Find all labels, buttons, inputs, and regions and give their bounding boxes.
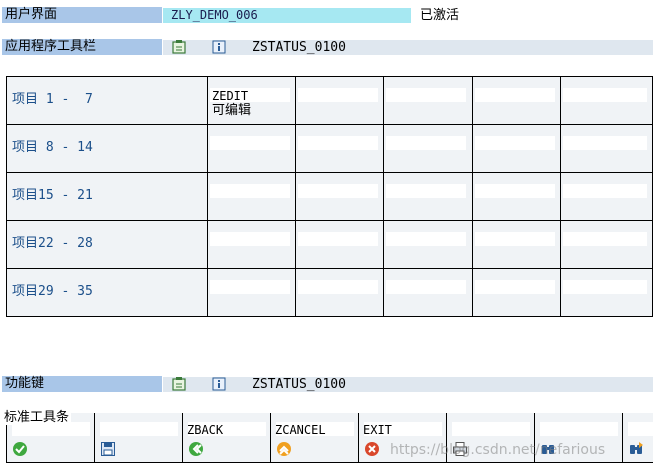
toolbar-slot-find-next[interactable]	[622, 413, 653, 463]
standard-toolbar-label: 标准工具条	[4, 406, 72, 425]
info-icon[interactable]	[211, 376, 227, 392]
function-code-field[interactable]	[475, 280, 555, 294]
function-code-field[interactable]	[475, 184, 555, 198]
row-label-5: 项目29 - 35	[12, 284, 93, 299]
user-interface-label: 用户界面	[2, 7, 162, 23]
expand-icon[interactable]	[171, 376, 187, 392]
function-code-field[interactable]	[563, 88, 647, 102]
function-code-field[interactable]	[386, 136, 466, 150]
back-code: ZBACK	[187, 423, 224, 437]
function-keys-band	[163, 377, 653, 392]
toolbar-slot-save[interactable]	[94, 413, 182, 463]
function-code-field[interactable]	[386, 232, 466, 246]
function-code-field[interactable]	[210, 184, 290, 198]
row-label-4: 项目22 - 28	[12, 236, 93, 251]
function-code-field[interactable]	[475, 136, 555, 150]
row-label-1: 项目 1 - 7	[12, 92, 93, 107]
function-code-field[interactable]	[298, 280, 378, 294]
app-toolbar-band	[163, 40, 653, 55]
expand-icon[interactable]	[171, 39, 187, 55]
exit-code: EXIT	[363, 423, 392, 437]
back-icon[interactable]	[188, 441, 204, 457]
function-code-field[interactable]	[298, 184, 378, 198]
check-icon[interactable]	[12, 441, 28, 457]
cancel-code: ZCANCEL	[275, 423, 326, 437]
function-code-field[interactable]	[210, 136, 290, 150]
find-next-icon[interactable]	[628, 441, 644, 457]
function-keys-status: ZSTATUS_0100	[252, 377, 346, 392]
function-code-field[interactable]	[475, 232, 555, 246]
function-code-field[interactable]	[298, 136, 378, 150]
function-code-field[interactable]	[386, 184, 466, 198]
function-code-field[interactable]	[563, 280, 647, 294]
cancel-icon[interactable]	[276, 441, 292, 457]
program-name-field[interactable]: ZLY_DEMO_006	[163, 8, 411, 23]
function-code-field[interactable]	[563, 184, 647, 198]
row-label-2: 项目 8 - 14	[12, 140, 93, 155]
save-icon[interactable]	[100, 441, 116, 457]
info-icon[interactable]	[211, 39, 227, 55]
toolbar-slot-cancel[interactable]: ZCANCEL	[270, 413, 358, 463]
function-code-field[interactable]	[475, 88, 555, 102]
function-text: 可编辑	[212, 103, 252, 118]
toolbar-slot-back[interactable]: ZBACK	[182, 413, 270, 463]
function-code-field[interactable]	[298, 88, 378, 102]
watermark-text: https://blog.csdn.net/nefarious	[390, 442, 606, 458]
activation-status: 已激活	[420, 8, 460, 23]
items-grid: 项目 1 - 7 项目 8 - 14 项目15 - 21 项目22 - 28 项…	[6, 76, 653, 317]
function-code-field[interactable]	[563, 136, 647, 150]
function-code-field[interactable]	[386, 280, 466, 294]
function-code-field[interactable]	[298, 232, 378, 246]
exit-icon[interactable]	[364, 441, 380, 457]
app-toolbar-status: ZSTATUS_0100	[252, 40, 346, 55]
function-code-field[interactable]	[563, 232, 647, 246]
function-code-field[interactable]	[386, 88, 466, 102]
function-keys-label: 功能键	[2, 376, 162, 392]
function-code-field[interactable]	[210, 232, 290, 246]
function-code-field[interactable]	[210, 280, 290, 294]
function-code: ZEDIT	[212, 89, 249, 103]
app-toolbar-label: 应用程序工具栏	[2, 39, 162, 55]
row-label-3: 项目15 - 21	[12, 188, 93, 203]
